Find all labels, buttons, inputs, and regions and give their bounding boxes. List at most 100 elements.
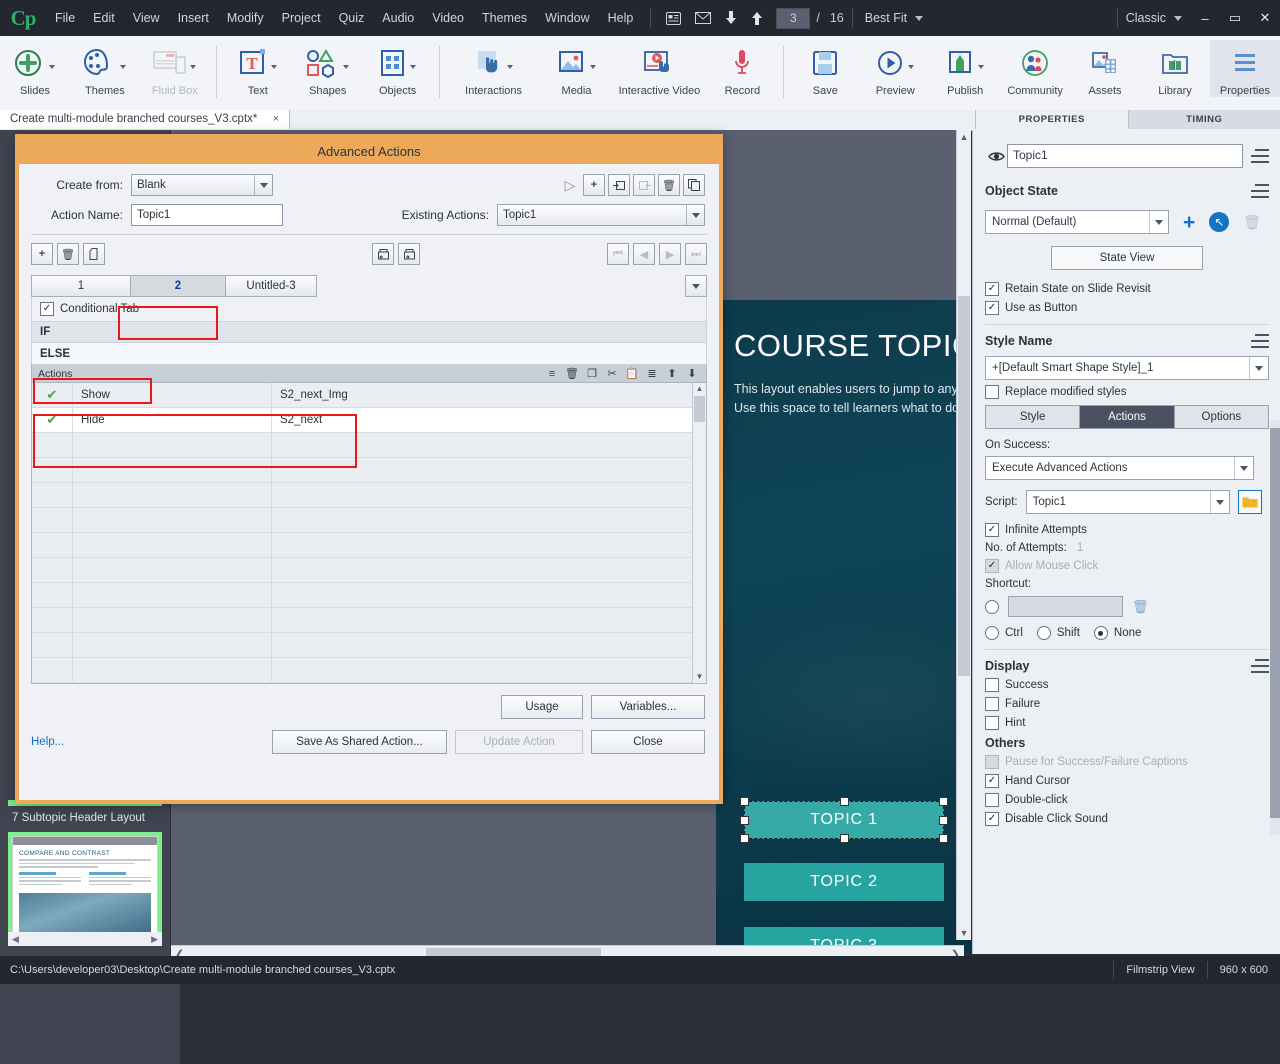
toolbar-interactive-video[interactable]: Interactive Video xyxy=(611,40,707,97)
action-name-input[interactable]: Topic1 xyxy=(131,204,283,226)
import-decision-icon[interactable] xyxy=(372,243,394,265)
workspace-dropdown[interactable]: Classic xyxy=(1126,11,1182,25)
display-success-checkbox[interactable]: Success xyxy=(985,678,1269,692)
save-shared-action-button[interactable]: Save As Shared Action... xyxy=(272,730,447,754)
menu-view[interactable]: View xyxy=(124,7,169,29)
resize-handle-n[interactable] xyxy=(840,797,849,806)
slide-stage[interactable]: COURSE TOPICS This layout enables users … xyxy=(716,300,971,954)
modifier-radio-ctrl[interactable] xyxy=(985,626,999,640)
use-as-button-checkbox[interactable]: ✓ Use as Button xyxy=(985,301,1269,315)
existing-actions-dropdown[interactable]: Topic1 xyxy=(497,204,705,226)
arrow-down-icon[interactable] xyxy=(718,11,744,25)
tab-timing[interactable]: TIMING xyxy=(1128,110,1280,129)
panel-menu-icon[interactable] xyxy=(1251,334,1269,348)
folder-icon[interactable] xyxy=(1238,490,1262,514)
table-row[interactable] xyxy=(32,483,706,508)
duplicate-action-icon[interactable] xyxy=(683,174,705,196)
toolbar-text[interactable]: T Text xyxy=(223,40,293,97)
resize-handle-nw[interactable] xyxy=(740,797,749,806)
table-row[interactable] xyxy=(32,533,706,558)
vscroll-thumb[interactable] xyxy=(958,296,970,676)
table-row[interactable] xyxy=(32,633,706,658)
canvas-vertical-scrollbar[interactable]: ▲ ▼ xyxy=(956,130,971,940)
save-action-icon[interactable] xyxy=(608,174,630,196)
infinite-attempts-checkbox[interactable]: ✓ Infinite Attempts xyxy=(985,523,1269,537)
double-click-checkbox[interactable]: Double-click xyxy=(985,793,1269,807)
scroll-down-icon[interactable]: ▼ xyxy=(693,671,706,683)
close-window-button[interactable]: ✕ xyxy=(1250,7,1280,29)
shortcut-radio[interactable] xyxy=(985,600,999,614)
properties-scrollbar[interactable] xyxy=(1270,420,1280,835)
table-row[interactable] xyxy=(32,583,706,608)
close-button[interactable]: Close xyxy=(591,730,705,754)
tab-options[interactable]: Options xyxy=(1175,405,1269,429)
menu-file[interactable]: File xyxy=(46,7,84,29)
table-row[interactable] xyxy=(32,508,706,533)
table-row[interactable] xyxy=(32,433,706,458)
email-icon[interactable] xyxy=(688,12,718,24)
add-action-row-icon[interactable]: ≣ xyxy=(642,367,662,380)
attempts-value[interactable]: 1 xyxy=(1077,542,1083,554)
trash-icon[interactable]: 🗑 xyxy=(1132,599,1149,615)
else-row[interactable]: ELSE xyxy=(31,343,707,365)
delete-action-icon[interactable]: 🗑 xyxy=(658,174,680,196)
menu-window[interactable]: Window xyxy=(536,7,598,29)
slide-subtitle-text[interactable]: This layout enables users to jump to any… xyxy=(734,380,971,418)
table-row[interactable] xyxy=(32,658,706,683)
table-row[interactable]: ✔ Hide S2_next xyxy=(32,408,706,433)
add-decision-icon[interactable]: + xyxy=(31,243,53,265)
move-down-icon[interactable]: ⬇ xyxy=(682,367,702,380)
menu-modify[interactable]: Modify xyxy=(218,7,273,29)
slide-number-input[interactable]: 3 xyxy=(776,8,810,29)
decision-tab-2[interactable]: 2 xyxy=(131,275,226,297)
filmstrip-scrollbar[interactable]: ◀ ▶ xyxy=(8,932,162,946)
action-type-cell[interactable]: Show xyxy=(73,383,272,407)
create-from-dropdown[interactable]: Blank xyxy=(131,174,273,196)
delete-decision-icon[interactable]: 🗑 xyxy=(57,243,79,265)
hand-cursor-checkbox[interactable]: ✓ Hand Cursor xyxy=(985,774,1269,788)
conditional-tab-row[interactable]: ✓ Conditional Tab xyxy=(31,297,707,322)
slide-title-text[interactable]: COURSE TOPICS xyxy=(734,328,971,364)
menu-themes[interactable]: Themes xyxy=(473,7,536,29)
object-state-dropdown[interactable]: Normal (Default) xyxy=(985,210,1169,234)
toolbar-publish[interactable]: Publish xyxy=(930,40,1000,97)
scroll-down-icon[interactable]: ▼ xyxy=(957,926,971,940)
toolbar-record[interactable]: Record xyxy=(707,40,777,97)
toolbar-themes[interactable]: Themes xyxy=(70,40,140,97)
slide-notes-icon[interactable] xyxy=(659,12,688,25)
toolbar-save[interactable]: Save xyxy=(790,40,860,97)
cut-action-icon[interactable]: ✂ xyxy=(602,367,622,380)
toolbar-properties[interactable]: Properties xyxy=(1210,40,1280,97)
restore-state-button[interactable]: ↖ xyxy=(1209,212,1229,232)
paste-action-icon[interactable]: 📋 xyxy=(622,367,642,380)
visibility-eye-icon[interactable] xyxy=(985,151,1007,162)
table-row[interactable]: ✔ Show S2_next_Img xyxy=(32,383,706,408)
decision-tab-1[interactable]: 1 xyxy=(31,275,131,297)
decision-tab-3[interactable]: Untitled-3 xyxy=(226,275,317,297)
pscroll-thumb[interactable] xyxy=(1270,428,1280,818)
modifier-radio-none[interactable] xyxy=(1094,626,1108,640)
panel-menu-icon[interactable] xyxy=(1251,184,1269,198)
export-decision-icon[interactable] xyxy=(398,243,420,265)
actions-grid[interactable]: ✔ Show S2_next_Img ✔ Hide S2_next xyxy=(31,383,707,684)
toolbar-preview[interactable]: Preview xyxy=(860,40,930,97)
maximize-button[interactable]: ▭ xyxy=(1220,7,1250,29)
resize-handle-ne[interactable] xyxy=(939,797,948,806)
menu-project[interactable]: Project xyxy=(273,7,330,29)
filmstrip-thumbnail[interactable]: COMPARE AND CONTRAST COMPARE CONTRAST xyxy=(8,832,162,946)
action-target-cell[interactable]: S2_next xyxy=(272,408,700,432)
script-dropdown[interactable]: Topic1 xyxy=(1026,490,1230,514)
toolbar-assets[interactable]: Assets xyxy=(1070,40,1140,97)
scroll-right-icon[interactable]: ▶ xyxy=(151,934,158,945)
scroll-left-icon[interactable]: ◀ xyxy=(12,934,19,945)
panel-menu-icon[interactable] xyxy=(1251,149,1269,163)
scroll-up-icon[interactable]: ▲ xyxy=(957,130,971,144)
table-row[interactable] xyxy=(32,683,706,684)
arrow-up-icon[interactable] xyxy=(744,11,770,25)
resize-handle-w[interactable] xyxy=(740,816,749,825)
resize-handle-se[interactable] xyxy=(939,834,948,843)
table-row[interactable] xyxy=(32,458,706,483)
retain-state-checkbox[interactable]: ✓ Retain State on Slide Revisit xyxy=(985,282,1269,296)
add-state-button[interactable]: + xyxy=(1183,212,1195,233)
toolbar-library[interactable]: Library xyxy=(1140,40,1210,97)
